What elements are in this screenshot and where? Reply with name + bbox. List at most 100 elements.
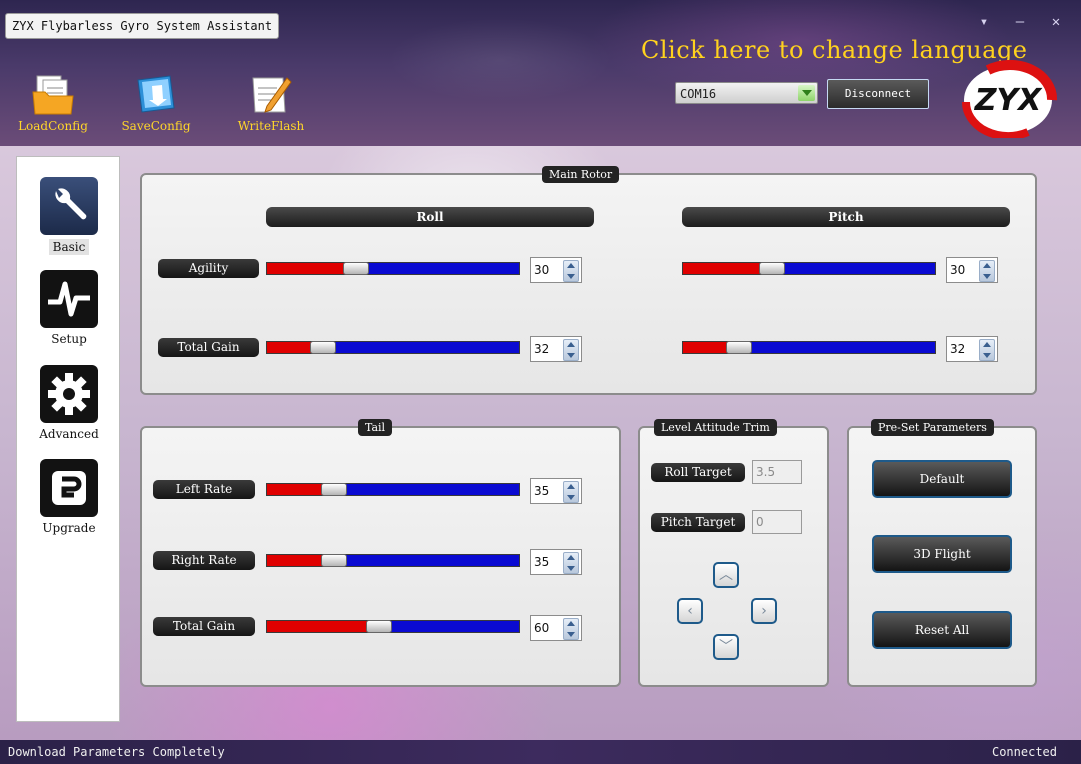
chevron-down-icon[interactable] xyxy=(798,85,815,101)
slider-thumb[interactable] xyxy=(726,341,753,354)
window-title: ZYX Flybarless Gyro System Assistant xyxy=(5,13,280,39)
slider-thumb[interactable] xyxy=(320,554,347,567)
spin-arrows-icon[interactable] xyxy=(563,552,579,574)
pitch-total-gain-slider[interactable] xyxy=(682,341,936,354)
trim-up-button[interactable]: ︿ xyxy=(713,562,739,588)
com-port-select[interactable]: COM16 xyxy=(675,82,818,104)
chevron-down-icon: ﹀ xyxy=(719,639,733,655)
slider-thumb[interactable] xyxy=(320,483,347,496)
com-port-value: COM16 xyxy=(680,87,717,101)
tail-total-gain-label: Total Gain xyxy=(153,617,255,636)
spin-arrows-icon[interactable] xyxy=(979,339,995,361)
sidebar-item-label: Upgrade xyxy=(42,521,96,535)
spinbox-value: 60 xyxy=(534,621,550,635)
slider-thumb[interactable] xyxy=(759,262,786,275)
wrench-icon xyxy=(40,177,98,235)
trim-right-button[interactable]: › xyxy=(751,598,777,624)
sidebar-item-advanced[interactable]: Advanced xyxy=(17,365,121,441)
left-rate-spinbox[interactable]: 35 xyxy=(530,478,582,504)
sidebar-item-label: Basic xyxy=(48,239,90,255)
agility-label: Agility xyxy=(158,259,259,278)
status-bar: Download Parameters Completely Connected xyxy=(0,740,1081,764)
main-area: Basic Setup Advanced Upgrade Main Rotor … xyxy=(0,146,1081,740)
default-preset-button[interactable]: Default xyxy=(872,460,1012,498)
status-message: Download Parameters Completely xyxy=(8,745,225,759)
pitch-agility-spinbox[interactable]: 30 xyxy=(946,257,998,283)
connection-status: Connected xyxy=(991,745,1057,759)
chevron-left-icon: ‹ xyxy=(687,603,693,619)
toolbar-label: WriteFlash xyxy=(237,119,305,133)
pitch-target-input[interactable]: 0 xyxy=(752,510,802,534)
tail-title: Tail xyxy=(358,419,393,436)
window-controls: ▾ – ✕ xyxy=(977,14,1063,30)
pitch-total-gain-spinbox[interactable]: 32 xyxy=(946,336,998,362)
menu-dropdown-icon[interactable]: ▾ xyxy=(977,14,991,30)
header: ZYX Flybarless Gyro System Assistant ▾ –… xyxy=(0,0,1081,146)
toolbar-label: SaveConfig xyxy=(121,119,191,133)
spinbox-value: 35 xyxy=(534,555,550,569)
roll-total-gain-slider[interactable] xyxy=(266,341,520,354)
presets-panel: Pre-Set Parameters Default 3D Flight Res… xyxy=(847,419,1037,687)
sidebar-item-label: Setup xyxy=(51,332,87,346)
tail-panel: Tail Left Rate 35 Right Rate 35 Total Ga… xyxy=(140,419,621,687)
main-rotor-title: Main Rotor xyxy=(542,166,620,183)
roll-target-label: Roll Target xyxy=(651,463,745,482)
sidebar-item-label: Advanced xyxy=(39,427,99,441)
spinbox-value: 35 xyxy=(534,484,550,498)
write-flash-icon xyxy=(249,72,293,116)
tail-total-gain-slider[interactable] xyxy=(266,620,520,633)
minimize-icon[interactable]: – xyxy=(1013,14,1027,30)
total-gain-label: Total Gain xyxy=(158,338,259,357)
sidebar-item-upgrade[interactable]: Upgrade xyxy=(17,459,121,535)
level-trim-title: Level Attitude Trim xyxy=(654,419,777,436)
pitch-target-label: Pitch Target xyxy=(651,513,745,532)
save-config-button[interactable]: SaveConfig xyxy=(113,72,199,133)
disconnect-button[interactable]: Disconnect xyxy=(827,79,929,109)
sidebar-item-basic[interactable]: Basic xyxy=(17,177,121,255)
slider-thumb[interactable] xyxy=(310,341,337,354)
slider-thumb[interactable] xyxy=(343,262,370,275)
spinbox-value: 30 xyxy=(950,263,966,277)
pitch-header: Pitch xyxy=(682,207,1010,227)
sidebar: Basic Setup Advanced Upgrade xyxy=(16,156,120,722)
roll-agility-slider[interactable] xyxy=(266,262,520,275)
trim-left-button[interactable]: ‹ xyxy=(677,598,703,624)
toolbar-label: LoadConfig xyxy=(18,119,88,133)
roll-total-gain-spinbox[interactable]: 32 xyxy=(530,336,582,362)
spin-arrows-icon[interactable] xyxy=(563,481,579,503)
level-trim-panel: Level Attitude Trim Roll Target 3.5 Pitc… xyxy=(638,419,829,687)
spinbox-value: 32 xyxy=(534,342,550,356)
roll-agility-spinbox[interactable]: 30 xyxy=(530,257,582,283)
main-rotor-panel: Main Rotor Roll Pitch Agility 30 30 Tota… xyxy=(140,166,1037,395)
trim-down-button[interactable]: ﹀ xyxy=(713,634,739,660)
spin-arrows-icon[interactable] xyxy=(563,339,579,361)
spin-arrows-icon[interactable] xyxy=(563,618,579,640)
pitch-agility-slider[interactable] xyxy=(682,262,936,275)
close-icon[interactable]: ✕ xyxy=(1049,14,1063,30)
tail-total-gain-spinbox[interactable]: 60 xyxy=(530,615,582,641)
presets-title: Pre-Set Parameters xyxy=(871,419,994,436)
svg-text:ZYX: ZYX xyxy=(974,83,1043,118)
upgrade-icon xyxy=(40,459,98,517)
roll-target-input[interactable]: 3.5 xyxy=(752,460,802,484)
spin-arrows-icon[interactable] xyxy=(979,260,995,282)
spinbox-value: 30 xyxy=(534,263,550,277)
left-rate-slider[interactable] xyxy=(266,483,520,496)
folder-document-icon xyxy=(31,72,75,116)
chevron-up-icon: ︿ xyxy=(719,567,733,583)
chevron-right-icon: › xyxy=(761,603,767,619)
3d-flight-preset-button[interactable]: 3D Flight xyxy=(872,535,1012,573)
gear-icon xyxy=(40,365,98,423)
load-config-button[interactable]: LoadConfig xyxy=(10,72,96,133)
zyx-logo: ZYX xyxy=(958,59,1058,141)
reset-all-button[interactable]: Reset All xyxy=(872,611,1012,649)
left-rate-label: Left Rate xyxy=(153,480,255,499)
right-rate-slider[interactable] xyxy=(266,554,520,567)
sidebar-item-setup[interactable]: Setup xyxy=(17,270,121,346)
save-icon xyxy=(134,72,178,116)
write-flash-button[interactable]: WriteFlash xyxy=(228,72,314,133)
roll-header: Roll xyxy=(266,207,594,227)
spin-arrows-icon[interactable] xyxy=(563,260,579,282)
right-rate-spinbox[interactable]: 35 xyxy=(530,549,582,575)
slider-thumb[interactable] xyxy=(365,620,392,633)
